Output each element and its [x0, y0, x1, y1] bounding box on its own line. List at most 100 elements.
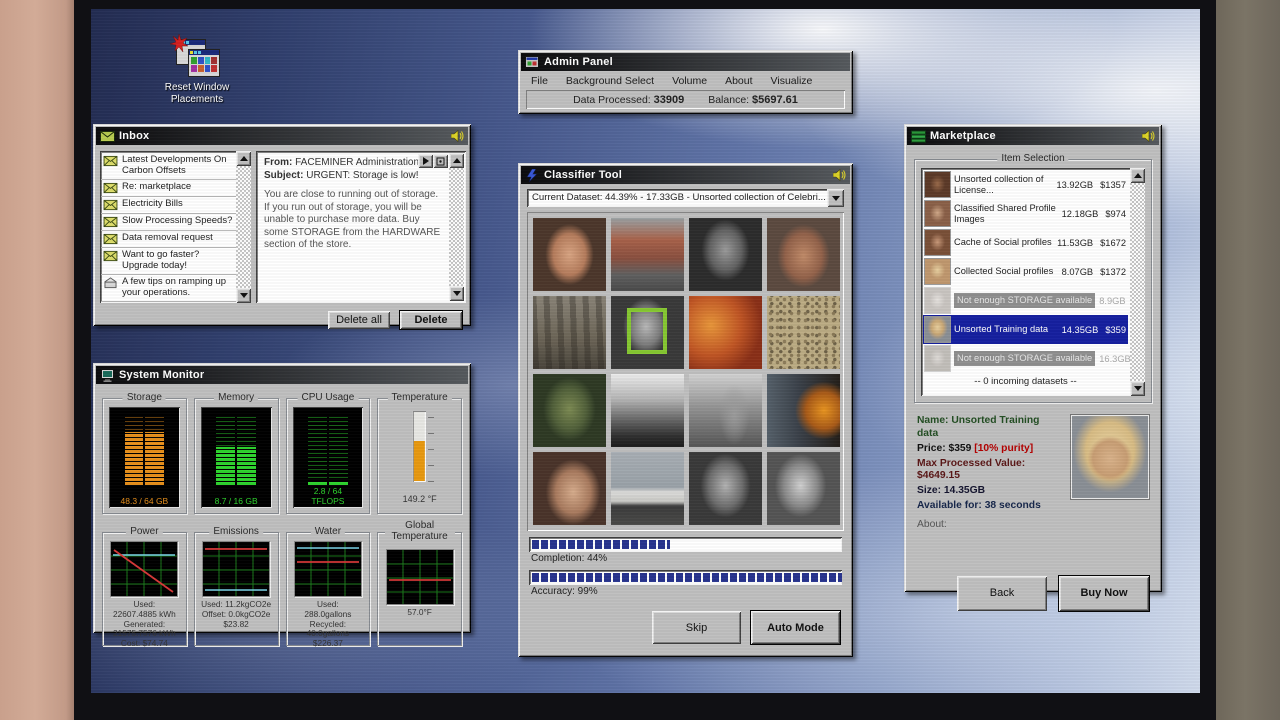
delete-button[interactable]: Delete [400, 311, 462, 329]
message-scrollbar[interactable] [449, 153, 464, 301]
storage-value: 48.3 / 64 GB [109, 497, 180, 506]
classifier-speaker-icon[interactable] [833, 169, 846, 181]
grid-image[interactable] [611, 374, 684, 447]
marketplace-item[interactable]: Classified Shared Profile Images 12.18GB… [923, 199, 1128, 228]
marketplace-item-disabled[interactable]: Not enough STORAGE available 8.9GB $1040 [923, 286, 1128, 315]
detail-size: Size: 14.35GB [917, 485, 1063, 498]
grid-image[interactable] [533, 218, 606, 291]
inbox-item[interactable]: Re: marketplace [101, 180, 236, 197]
marketplace-item[interactable]: Collected Social profiles 8.07GB $1372 [923, 257, 1128, 286]
item-thumbnail [925, 288, 950, 313]
inbox-item[interactable]: Slow Processing Speeds? [101, 214, 236, 231]
grid-image[interactable] [689, 296, 762, 369]
inbox-item[interactable]: A few tips on ramping up your operations… [101, 275, 236, 302]
marketplace-titlebar[interactable]: Marketplace [907, 127, 1159, 145]
detail-availability: Available for: 38 seconds [917, 500, 1063, 513]
grid-image[interactable] [767, 296, 840, 369]
buy-now-button[interactable]: Buy Now [1059, 576, 1149, 611]
desktop-icon-reset-windows[interactable]: Reset Window Placements [151, 39, 243, 105]
dropdown-arrow-button[interactable] [827, 189, 844, 207]
message-body: You are close to running out of storage.… [264, 189, 446, 252]
grid-image[interactable] [533, 452, 606, 525]
inbox-item[interactable]: Congratulations on purchasing your first… [101, 302, 236, 303]
inbox-item[interactable]: Data removal request [101, 231, 236, 248]
grid-image[interactable] [767, 452, 840, 525]
admin-panel-icon [525, 56, 540, 69]
inbox-list-scrollbar[interactable] [236, 151, 251, 303]
skip-button[interactable]: Skip [652, 611, 741, 644]
crt-screen: Reset Window Placements Admin Panel File… [74, 0, 1216, 720]
emissions-readings: Used: 11.2kgCO2eOffset: 0.0kgCO2e $23.82 [201, 600, 271, 629]
grid-image[interactable] [611, 452, 684, 525]
classifier-lightning-icon [525, 169, 540, 182]
scroll-down-button[interactable] [236, 288, 251, 303]
dataset-dropdown[interactable]: Current Dataset: 44.39% - 17.33GB - Unso… [527, 189, 844, 207]
inbox-speaker-icon[interactable] [451, 130, 464, 142]
grid-image[interactable] [611, 218, 684, 291]
global-temperature-meter: Global Temperature 57.0°F [377, 532, 462, 646]
scroll-down-button[interactable] [449, 286, 464, 301]
scroll-up-button[interactable] [449, 153, 464, 168]
desktop-wallpaper: Reset Window Placements Admin Panel File… [91, 9, 1200, 693]
accuracy-progress-bar [529, 570, 842, 585]
inbox-titlebar[interactable]: Inbox [96, 127, 468, 145]
grid-image[interactable] [533, 374, 606, 447]
scroll-down-button[interactable] [1130, 381, 1145, 396]
unread-envelope-icon [103, 216, 118, 228]
delete-all-button[interactable]: Delete all [328, 311, 390, 329]
classifier-title: Classifier Tool [544, 169, 829, 181]
back-button[interactable]: Back [957, 576, 1047, 611]
power-meter: Power Used:22607.4885 kWh Generated:2157… [102, 532, 187, 646]
admin-panel-titlebar[interactable]: Admin Panel [521, 53, 850, 71]
temperature-value: 149.2 °F [384, 494, 455, 504]
marketplace-speaker-icon[interactable] [1142, 130, 1155, 142]
water-meter: Water Used:288.0gallons Recycled:40.0gal… [286, 532, 371, 646]
incoming-datasets-footer: -- 0 incoming datasets -- [923, 373, 1128, 387]
power-readings: Used:22607.4885 kWh Generated:21575.7576… [113, 600, 176, 649]
balance-value: $5697.61 [752, 94, 798, 106]
grid-image-selected[interactable] [611, 296, 684, 369]
marketplace-window: Marketplace Item Selection Unsorted coll… [904, 124, 1162, 592]
water-graph [295, 542, 361, 596]
menu-about[interactable]: About [725, 75, 752, 87]
grid-image[interactable] [533, 296, 606, 369]
auto-mode-button[interactable]: Auto Mode [751, 611, 840, 644]
menu-visualize[interactable]: Visualize [771, 75, 813, 87]
read-envelope-icon [103, 277, 118, 289]
unread-envelope-icon [103, 233, 118, 245]
item-thumbnail [925, 259, 950, 284]
grid-image[interactable] [689, 218, 762, 291]
grid-image[interactable] [767, 374, 840, 447]
unread-envelope-icon [103, 155, 118, 167]
menu-volume[interactable]: Volume [672, 75, 707, 87]
system-monitor-titlebar[interactable]: System Monitor [96, 366, 468, 384]
water-readings: Used:288.0gallons Recycled:40.0gallons $… [304, 600, 351, 649]
scroll-up-button[interactable] [1130, 168, 1145, 183]
subject-value: URGENT: Storage is low! [306, 170, 418, 181]
grid-image[interactable] [689, 374, 762, 447]
grid-image[interactable] [767, 218, 840, 291]
menu-background-select[interactable]: Background Select [566, 75, 654, 87]
admin-panel-window: Admin Panel File Background Select Volum… [518, 50, 853, 114]
subject-label: Subject: [264, 170, 303, 181]
grid-image[interactable] [689, 452, 762, 525]
marketplace-item-selected[interactable]: Unsorted Training data 14.35GB $359 [923, 315, 1128, 344]
scroll-up-button[interactable] [236, 151, 251, 166]
inbox-item[interactable]: Electricity Bills [101, 197, 236, 214]
popout-message-button[interactable] [433, 154, 448, 168]
purity-badge: [10% purity] [974, 443, 1033, 454]
inbox-item[interactable]: Latest Developments On Carbon Offsets [101, 153, 236, 180]
completion-label: Completion: 44% [531, 553, 840, 564]
completion-progress-bar [529, 537, 842, 552]
menu-file[interactable]: File [531, 75, 548, 87]
inbox-item[interactable]: Want to go faster? Upgrade today! [101, 248, 236, 275]
marketplace-item[interactable]: Unsorted collection of License... 13.92G… [923, 170, 1128, 199]
marketplace-item[interactable]: Cache of Social profiles 11.53GB $1672 [923, 228, 1128, 257]
classifier-titlebar[interactable]: Classifier Tool [521, 166, 850, 184]
play-message-button[interactable] [418, 154, 433, 168]
marketplace-item-disabled[interactable]: Not enough STORAGE available 16.3GB $611 [923, 344, 1128, 373]
item-preview-photo [1071, 415, 1149, 499]
cpu-value: 2.8 / 64TFLOPS [293, 487, 364, 506]
item-detail-panel: Name: Unsorted Training data Price: $359… [907, 409, 1159, 532]
marketplace-scrollbar[interactable] [1130, 168, 1145, 396]
